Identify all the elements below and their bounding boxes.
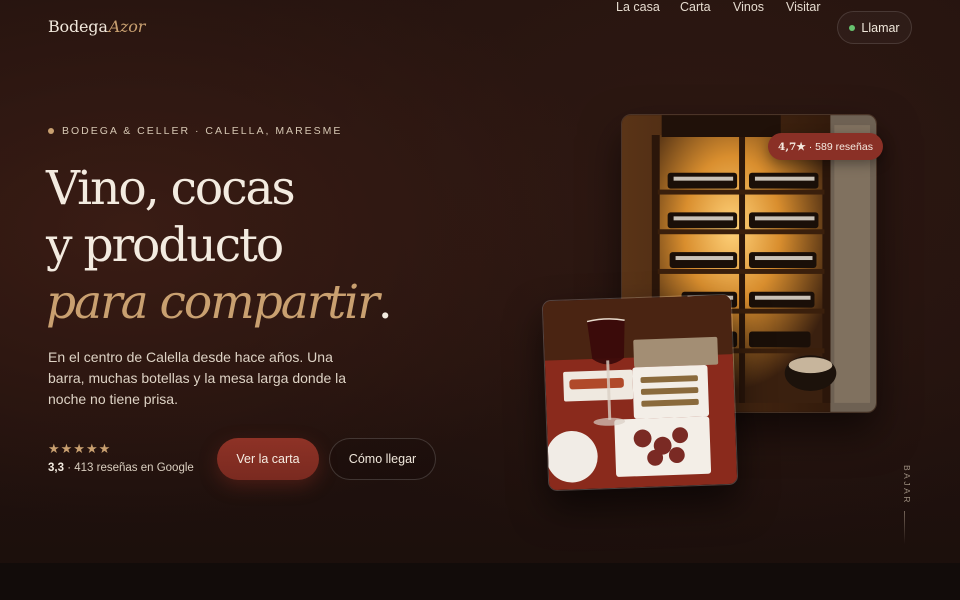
nav-link-vinos[interactable]: Vinos bbox=[733, 0, 764, 14]
eyebrow-dot-icon bbox=[48, 128, 54, 134]
call-button-label: Llamar bbox=[861, 20, 900, 35]
footer-band bbox=[0, 563, 960, 600]
directions-button[interactable]: Cómo llegar bbox=[329, 438, 436, 480]
headline-line-1: Vino, cocas bbox=[46, 161, 296, 216]
headline-line-3: para compartir. bbox=[46, 274, 393, 331]
headline-line-2: y producto bbox=[46, 218, 284, 273]
brand-logo[interactable]: BodegaAzor bbox=[48, 17, 145, 36]
reviews-badge: 4,7★ · 589 reseñas bbox=[768, 133, 883, 160]
nav-link-la-casa[interactable]: La casa bbox=[616, 0, 660, 14]
badge-text: · 589 reseñas bbox=[808, 140, 873, 153]
rating-count: · 413 reseñas en Google bbox=[67, 462, 194, 474]
nav-link-visitar[interactable]: Visitar bbox=[786, 0, 821, 14]
status-dot-icon bbox=[849, 24, 856, 31]
view-menu-button[interactable]: Ver la carta bbox=[217, 438, 319, 480]
scroll-hint[interactable]: BAJAR bbox=[898, 465, 912, 505]
rating-summary: 3,3 · 413 reseñas en Google bbox=[48, 462, 194, 474]
nav-link-carta[interactable]: Carta bbox=[680, 0, 711, 14]
scroll-indicator-line bbox=[904, 511, 905, 544]
call-button[interactable]: Llamar bbox=[837, 11, 912, 44]
headline-line-3-text: para compartir bbox=[46, 275, 380, 330]
eyebrow-text: BODEGA & CELLER · CALELLA, MARESME bbox=[62, 125, 343, 137]
headline-period: . bbox=[377, 275, 393, 330]
brand-accent: Azor bbox=[108, 17, 146, 36]
hero-description: En el centro de Calella desde hace años.… bbox=[48, 349, 347, 407]
badge-score: 4,7★ bbox=[778, 140, 806, 153]
hero-eyebrow: BODEGA & CELLER · CALELLA, MARESME bbox=[48, 125, 342, 137]
rating-stars-icon: ★★★★★ bbox=[48, 441, 112, 456]
hero-headline: Vino, cocas y producto para compartir. bbox=[46, 160, 393, 331]
rating-score: 3,3 bbox=[48, 462, 64, 474]
brand-name: Bodega bbox=[48, 17, 108, 36]
food-photo bbox=[541, 293, 739, 492]
food-illustration bbox=[542, 294, 738, 491]
